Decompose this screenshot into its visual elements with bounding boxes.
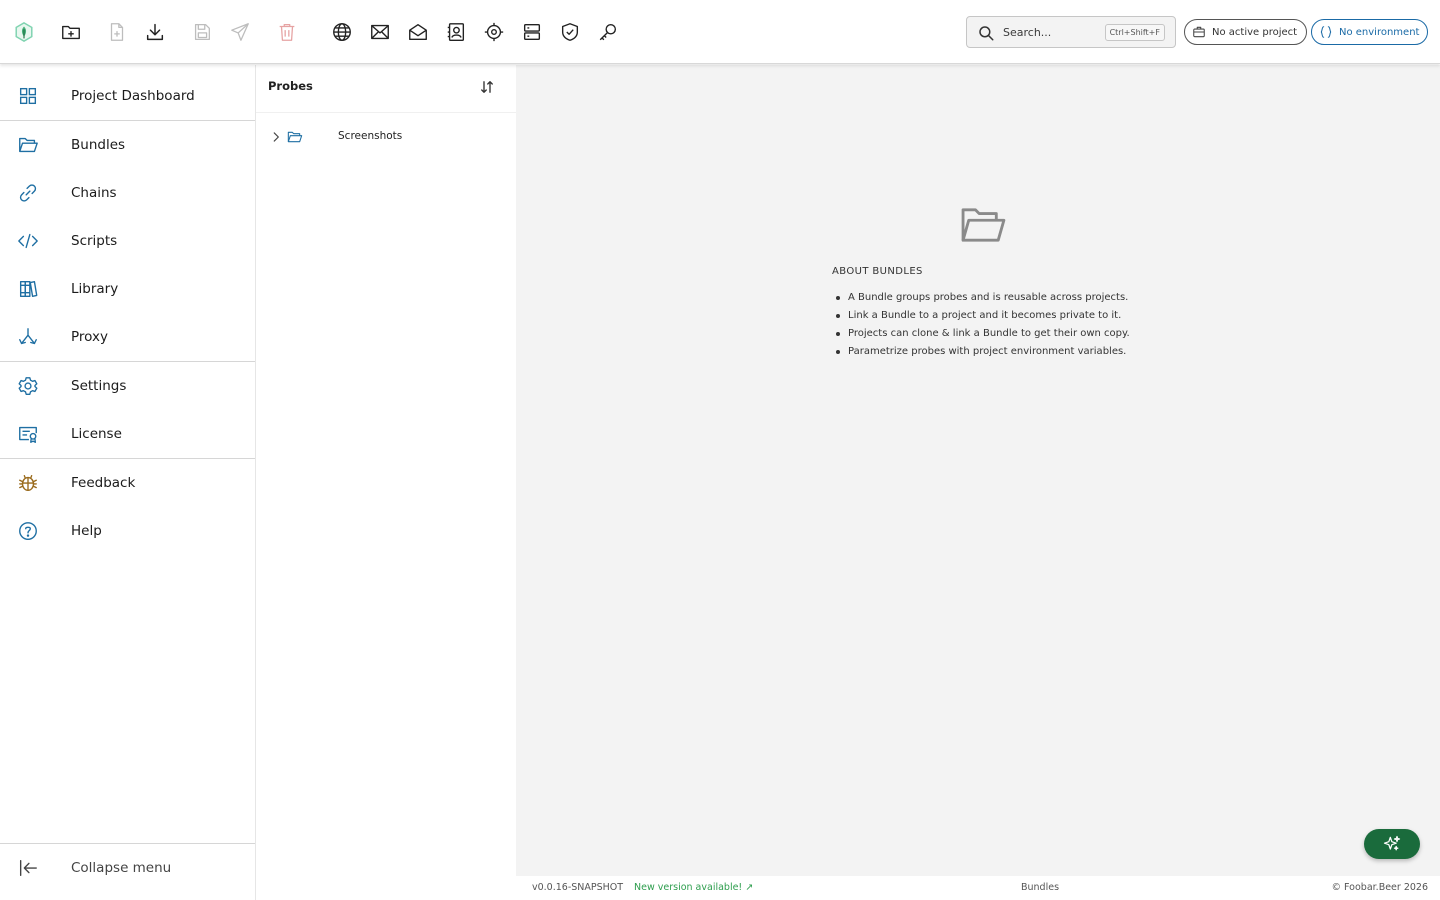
sidebar-item-help[interactable]: Help (0, 507, 255, 555)
sidebar-item-chains[interactable]: Chains (0, 169, 255, 217)
new-version-link[interactable]: New version available! ↗ (634, 882, 753, 893)
tree-item-screenshots[interactable]: Screenshots (256, 125, 516, 149)
version-label: v0.0.16-SNAPSHOT (532, 882, 624, 893)
collapse-menu-label: Collapse menu (71, 860, 172, 876)
ai-assistant-button[interactable] (1364, 829, 1420, 859)
sidebar-item-feedback[interactable]: Feedback (0, 459, 255, 507)
search-icon (979, 26, 994, 41)
probes-panel: Probes Screenshots (256, 65, 516, 900)
main-content: ABOUT BUNDLES A Bundle groups probes and… (516, 65, 1440, 876)
sidebar-item-label: License (71, 426, 122, 442)
sidebar-item-settings[interactable]: Settings (0, 362, 255, 410)
sidebar-item-label: Bundles (71, 137, 126, 153)
sidebar-item-label: Project Dashboard (71, 88, 195, 104)
send-icon[interactable] (228, 20, 252, 44)
target-icon[interactable] (482, 20, 506, 44)
search-box: Ctrl+Shift+F (966, 16, 1176, 48)
collapse-icon (16, 856, 40, 880)
sidebar-item-proxy[interactable]: Proxy (0, 313, 255, 361)
contacts-icon[interactable] (444, 20, 468, 44)
briefcase-icon (1193, 26, 1205, 38)
gear-icon (16, 374, 40, 398)
braces-icon (1320, 26, 1332, 38)
code-icon (16, 229, 40, 253)
about-bundles-list: A Bundle groups probes and is reusable a… (832, 289, 1130, 361)
environment-button[interactable]: No environment (1311, 19, 1428, 45)
shield-check-icon[interactable] (558, 20, 582, 44)
list-item: Parametrize probes with project environm… (832, 343, 1130, 361)
globe-icon[interactable] (330, 20, 354, 44)
copyright-label: © Foobar.Beer 2026 (1331, 882, 1428, 893)
sidebar-item-label: Proxy (71, 329, 108, 345)
about-bundles-title: ABOUT BUNDLES (832, 266, 923, 277)
split-arrows-icon (16, 325, 40, 349)
sidebar-item-license[interactable]: License (0, 410, 255, 458)
active-project-label: No active project (1212, 26, 1298, 38)
sidebar: Project Dashboard Bundles Chains Scripts… (0, 65, 256, 900)
books-icon (16, 277, 40, 301)
new-bundle-icon[interactable] (59, 20, 83, 44)
chevron-right-icon[interactable] (269, 130, 283, 144)
help-circle-icon (16, 519, 40, 543)
sidebar-item-label: Feedback (71, 475, 136, 491)
sidebar-item-label: Help (71, 523, 102, 539)
top-toolbar: Ctrl+Shift+F No active project No enviro… (0, 0, 1440, 64)
link-icon (16, 181, 40, 205)
search-shortcut: Ctrl+Shift+F (1104, 24, 1165, 41)
list-item: Link a Bundle to a project and it become… (832, 307, 1130, 325)
server-icon[interactable] (520, 20, 544, 44)
new-probe-icon[interactable] (105, 20, 129, 44)
environment-label: No environment (1339, 26, 1420, 38)
current-page-label: Bundles (1021, 882, 1060, 893)
download-icon[interactable] (143, 20, 167, 44)
grid-icon (16, 84, 40, 108)
sidebar-item-library[interactable]: Library (0, 265, 255, 313)
tree-item-label: Screenshots (338, 130, 403, 142)
folder-icon (287, 131, 303, 143)
sort-button[interactable] (478, 78, 496, 96)
delete-icon[interactable] (275, 20, 299, 44)
sidebar-item-label: Library (71, 281, 119, 297)
active-project-button[interactable]: No active project (1184, 19, 1307, 45)
search-input[interactable] (1003, 23, 1103, 41)
list-item: A Bundle groups probes and is reusable a… (832, 289, 1130, 307)
sidebar-item-project-dashboard[interactable]: Project Dashboard (0, 72, 255, 120)
sidebar-item-scripts[interactable]: Scripts (0, 217, 255, 265)
sort-icon (481, 81, 493, 93)
status-footer: v0.0.16-SNAPSHOT New version available! … (516, 876, 1440, 900)
list-item: Projects can clone & link a Bundle to ge… (832, 325, 1130, 343)
app-logo-icon[interactable] (12, 20, 36, 44)
sparkle-icon (1383, 835, 1401, 851)
mail-icon[interactable] (368, 20, 392, 44)
bug-icon (16, 471, 40, 495)
certificate-icon (16, 422, 40, 446)
sidebar-item-label: Scripts (71, 233, 118, 249)
save-icon[interactable] (190, 20, 214, 44)
sidebar-item-label: Settings (71, 378, 127, 394)
mail-open-icon[interactable] (406, 20, 430, 44)
key-icon[interactable] (596, 20, 620, 44)
folder-open-icon (16, 133, 40, 157)
probes-header-divider (256, 112, 516, 113)
sidebar-item-label: Chains (71, 185, 117, 201)
sidebar-item-bundles[interactable]: Bundles (0, 121, 255, 169)
folder-open-icon (961, 208, 1006, 242)
collapse-menu-button[interactable]: Collapse menu (0, 844, 255, 892)
probes-title: Probes (268, 79, 313, 93)
